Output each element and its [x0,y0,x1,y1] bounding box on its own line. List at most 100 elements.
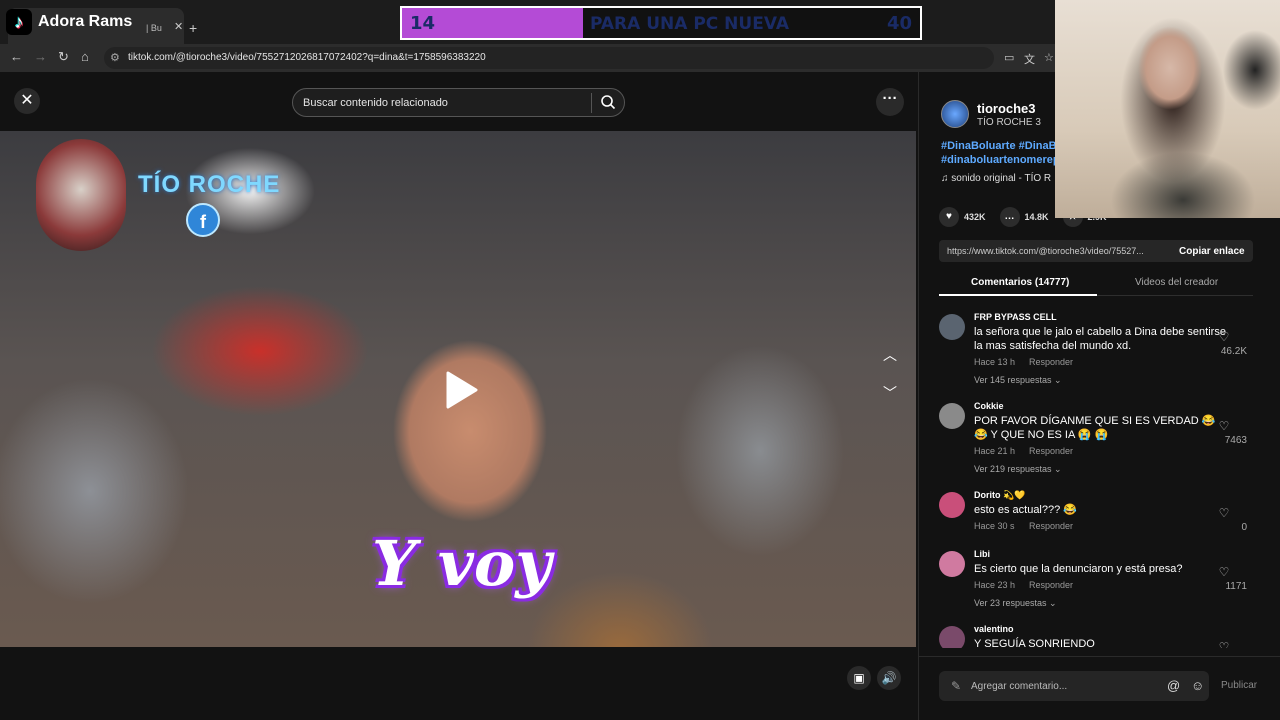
view-replies-link[interactable]: Ver 219 respuestas ⌄ [974,464,1062,475]
comment-item: Dorito 💫💛 esto es actual??? 😂 Hace 30 s … [939,490,1253,546]
back-icon[interactable]: ← [10,49,23,64]
hashtags: #DinaBoluarte #DinaB #dinaboluartenomere… [941,139,1071,167]
comment-input[interactable]: ✎ Agregar comentario... @ ☺ [939,671,1209,701]
view-replies-link[interactable]: Ver 23 respuestas ⌄ [974,598,1057,609]
install-app-icon[interactable]: ▭ [1004,51,1014,64]
play-icon[interactable] [436,367,482,413]
commenter-avatar[interactable] [939,314,965,340]
related-search-input[interactable]: Buscar contenido relacionado [292,88,625,117]
sound-link[interactable]: ♫ sonido original - TÍO R [941,173,1051,184]
comment-username[interactable]: Cokkie [974,401,1004,411]
comment-time: Hace 30 s [974,521,1015,531]
copy-link-button[interactable]: Copiar enlace [1179,246,1245,257]
goal-max: 40 [886,13,912,34]
share-link-box: https://www.tiktok.com/@tioroche3/video/… [939,240,1253,262]
channel-watermark: TÍO ROCHE [138,171,281,198]
goal-label: PARA UNA PC NUEVA [590,14,789,34]
more-options-icon[interactable]: ··· [876,88,904,116]
search-divider [591,93,592,113]
comment-composer: ✎ Agregar comentario... @ ☺ Publicar [919,656,1280,720]
site-info-icon[interactable]: ⚙ [110,51,120,64]
search-icon[interactable] [600,94,616,110]
comment-username[interactable]: Libi [974,549,990,559]
stream-brand: ♪ Adora Rams [6,6,132,38]
video-caption: Y voy [372,527,552,600]
url-field[interactable]: ⚙ tiktok.com/@tioroche3/video/7552712026… [104,47,994,69]
comment-like-icon[interactable]: ♡ [1209,640,1239,648]
author-handle[interactable]: tioroche3 [977,101,1036,116]
tab-title: | Bu [146,23,162,33]
video-stage: ✕ Buscar contenido relacionado ··· TÍO R… [0,72,918,720]
comment-stat[interactable]: … 14.8K [999,207,1049,227]
next-video-icon[interactable]: ﹀ [880,383,900,401]
comment-like-count: 1171 [1225,581,1247,592]
publish-button[interactable]: Publicar [1221,680,1257,691]
comment-text: Es cierto que la denunciaron y está pres… [974,563,1183,575]
comment-time: Hace 21 h [974,446,1016,456]
comment-like-count: 7463 [1224,435,1247,446]
screen: | Bu ✕ + ♪ Adora Rams ← → ↻ ⌂ ⚙ tiktok.c… [0,0,1280,720]
tiktok-logo-icon: ♪ [6,9,32,35]
comment-username[interactable]: Dorito 💫💛 [974,490,1025,501]
comment-text: la señora que le jalo el cabello a Dina … [974,326,1226,352]
author-avatar[interactable] [941,100,969,128]
forward-icon[interactable]: → [34,49,47,64]
comment-like-icon[interactable]: ♡ [1209,506,1239,520]
reply-button[interactable]: Responder [1029,580,1073,590]
like-stat[interactable]: ♥ 432K [939,207,986,227]
streamer-name: Adora Rams [38,13,133,30]
close-icon[interactable]: ✕ [14,88,40,114]
comment-like-icon[interactable]: ♡ [1209,330,1239,344]
search-placeholder: Buscar contenido relacionado [303,97,448,109]
bookmark-star-icon[interactable]: ☆ [1044,51,1054,64]
reply-button[interactable]: Responder [1029,446,1073,456]
comment-text: Y SEGUÍA SONRIENDO JAKAJSKSKSSKKSKSKSS [974,638,1095,648]
emoji-icon[interactable]: ☺ [1191,678,1204,693]
reply-button[interactable]: Responder [1029,357,1073,367]
picture-in-picture-icon[interactable]: ▣ [847,666,871,690]
volume-icon[interactable]: 🔊 [877,666,901,690]
comment-like-icon[interactable]: ♡ [1209,565,1239,579]
reply-button[interactable]: Responder [1029,521,1073,531]
url-text: tiktok.com/@tioroche3/video/755271202681… [128,52,486,63]
comment-text: POR FAVOR DÍGANME QUE SI ES VERDAD 😂 😂 Y… [974,415,1216,441]
comment-item: valentino Y SEGUÍA SONRIENDO JAKAJSKSKSS… [939,624,1253,648]
commenter-avatar[interactable] [939,551,965,577]
hashtag-line[interactable]: #dinaboluartenomerep [941,153,1071,167]
commenter-avatar[interactable] [939,403,965,429]
hashtag-line[interactable]: #DinaBoluarte #DinaB [941,139,1071,153]
home-icon[interactable]: ⌂ [81,49,89,64]
stream-goal-bar: 14 PARA UNA PC NUEVA 40 [400,6,922,40]
translate-icon[interactable]: 文 [1024,51,1035,67]
commenter-avatar[interactable] [939,626,965,648]
share-link-text: https://www.tiktok.com/@tioroche3/video/… [947,246,1144,256]
author-name: TÍO ROCHE 3 [977,117,1041,128]
tab-underline [939,294,1097,296]
mention-icon[interactable]: @ [1167,678,1180,693]
comment-icon: … [999,207,1020,227]
channel-avatar-watermark [36,139,126,251]
comment-count: 14.8K [1024,212,1049,222]
tab-creator-videos[interactable]: Videos del creador [1135,277,1218,288]
view-replies-link[interactable]: Ver 145 respuestas ⌄ [974,375,1062,386]
comment-like-icon[interactable]: ♡ [1209,419,1239,433]
comment-username[interactable]: valentino [974,624,1014,634]
comment-input-icon: ✎ [951,679,962,693]
commenter-avatar[interactable] [939,492,965,518]
previous-video-icon[interactable]: ︿ [880,345,900,363]
comment-text: esto es actual??? 😂 [974,504,1077,516]
video-player[interactable]: TÍO ROCHE f Y voy ︿ ﹀ [0,131,916,647]
comment-placeholder: Agregar comentario... [971,681,1068,692]
comment-time: Hace 23 h [974,580,1016,590]
tab-comments[interactable]: Comentarios (14777) [971,277,1069,288]
reload-icon[interactable]: ↻ [58,49,69,65]
like-count: 432K [964,212,986,222]
new-tab-button[interactable]: + [189,20,197,36]
heart-icon: ♥ [939,207,959,227]
facebook-icon: f [186,203,220,237]
comment-list: FRP BYPASS CELL la señora que le jalo el… [939,308,1253,648]
comment-item: FRP BYPASS CELL la señora que le jalo el… [939,312,1253,398]
comment-item: Libi Es cierto que la denunciaron y está… [939,549,1253,625]
tab-close-icon[interactable]: ✕ [174,20,183,33]
comment-username[interactable]: FRP BYPASS CELL [974,312,1057,322]
